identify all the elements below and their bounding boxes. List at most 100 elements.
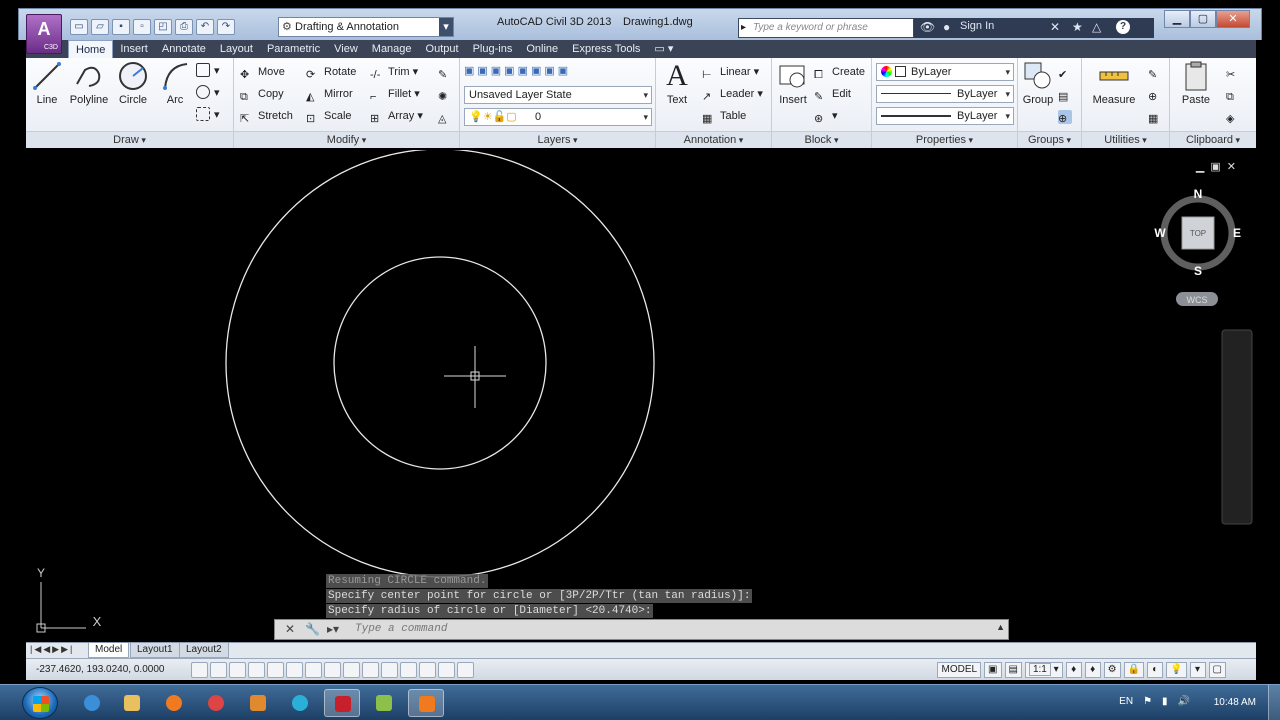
hatch-tool[interactable]: ▾ bbox=[196, 84, 220, 102]
quick-view-layouts-icon[interactable]: ▣ bbox=[984, 662, 1002, 678]
grid-display-icon[interactable] bbox=[229, 662, 246, 678]
auto-scale-icon[interactable]: ♦ bbox=[1084, 662, 1101, 678]
wrench-icon[interactable]: 🔧 bbox=[305, 622, 320, 636]
close-button[interactable]: ✕ bbox=[1216, 10, 1250, 28]
maximize-button[interactable]: ▢ bbox=[1190, 10, 1216, 28]
copy-clip-tool[interactable]: ⧉ bbox=[1226, 85, 1244, 103]
block-panel-title[interactable]: Block bbox=[772, 131, 871, 148]
tab-manage[interactable]: Manage bbox=[365, 40, 419, 58]
tab-annotate[interactable]: Annotate bbox=[155, 40, 213, 58]
leader-tool[interactable]: ↗ Leader ▾ bbox=[702, 85, 763, 103]
linear-dimension-tool[interactable]: ⊢ Linear ▾ bbox=[702, 63, 759, 81]
recent-commands-icon[interactable]: ▸▾ bbox=[327, 622, 339, 636]
annotation-scale-dropdown[interactable]: 1:1 ▾ bbox=[1024, 662, 1063, 678]
coordinate-readout[interactable]: -237.4620, 193.0240, 0.0000 bbox=[36, 664, 164, 675]
clock[interactable]: 10:48 AM bbox=[1214, 697, 1256, 708]
boundary-tool[interactable]: ▾ bbox=[196, 106, 220, 124]
quick-select-tool[interactable]: ✎ bbox=[1148, 63, 1166, 81]
new-icon[interactable]: ▭ bbox=[70, 19, 88, 35]
move-tool[interactable]: ✥ Move bbox=[240, 63, 285, 81]
taskbar-app-9[interactable] bbox=[408, 689, 444, 717]
cut-tool[interactable]: ✂ bbox=[1226, 63, 1244, 81]
quick-view-drawings-icon[interactable]: ▤ bbox=[1004, 662, 1022, 678]
inner-circle[interactable] bbox=[333, 256, 547, 470]
taskbar-app-8[interactable] bbox=[366, 689, 402, 717]
navigation-bar[interactable] bbox=[1221, 329, 1253, 525]
copy-tool[interactable]: ⧉ Copy bbox=[240, 85, 284, 103]
create-block-tool[interactable]: ⧠ Create bbox=[814, 63, 865, 81]
chevron-up-icon[interactable]: ▲ bbox=[996, 622, 1005, 632]
open-icon[interactable]: ▱ bbox=[91, 19, 109, 35]
rectangle-tool[interactable]: ▾ bbox=[196, 62, 220, 80]
fillet-tool[interactable]: ⌐ Fillet ▾ bbox=[370, 85, 420, 103]
polar-tracking-icon[interactable] bbox=[267, 662, 284, 678]
transparency-icon[interactable] bbox=[400, 662, 417, 678]
language-indicator[interactable]: EN bbox=[1119, 696, 1133, 707]
properties-panel-title[interactable]: Properties bbox=[872, 131, 1017, 148]
tab-home[interactable]: Home bbox=[68, 40, 114, 58]
minimize-button[interactable]: ▁ bbox=[1164, 10, 1190, 28]
layer-state-dropdown[interactable]: Unsaved Layer State bbox=[464, 86, 652, 104]
triangle-icon[interactable]: △ bbox=[1092, 20, 1101, 34]
table-tool[interactable]: ▦ Table bbox=[702, 107, 746, 125]
application-menu-button[interactable]: A C3D bbox=[26, 14, 62, 54]
calculator-tool[interactable]: ▦ bbox=[1148, 107, 1166, 125]
tab-online[interactable]: Online bbox=[519, 40, 565, 58]
offset-tool[interactable]: ◬ bbox=[438, 107, 456, 125]
tab-output[interactable]: Output bbox=[419, 40, 466, 58]
scale-tool[interactable]: ⊡ Scale bbox=[306, 107, 352, 125]
close-icon[interactable]: ✕ bbox=[285, 622, 295, 636]
taskbar-app-4[interactable] bbox=[198, 689, 234, 717]
dynamic-input-icon[interactable] bbox=[362, 662, 379, 678]
ortho-mode-icon[interactable] bbox=[248, 662, 265, 678]
network-icon[interactable]: ▮ bbox=[1162, 696, 1168, 707]
dynamic-ucs-icon[interactable] bbox=[343, 662, 360, 678]
status-menu-icon[interactable]: ▾ bbox=[1189, 662, 1206, 678]
annotation-monitor-icon[interactable] bbox=[457, 662, 474, 678]
lineweight-dropdown[interactable]: ByLayer bbox=[876, 107, 1014, 125]
compass-west[interactable]: W bbox=[1154, 226, 1166, 240]
insert-block-tool[interactable]: Insert bbox=[774, 60, 812, 106]
match-properties-tool[interactable]: ◈ bbox=[1226, 107, 1244, 125]
outer-circle[interactable] bbox=[225, 150, 655, 578]
3d-osnap-icon[interactable] bbox=[305, 662, 322, 678]
compass-south[interactable]: S bbox=[1194, 264, 1202, 278]
layer-dropdown[interactable]: 💡☀🔓▢ 0 bbox=[464, 108, 652, 126]
ribbon-minimize-icon[interactable]: ▭ ▾ bbox=[647, 40, 680, 58]
start-button[interactable] bbox=[22, 687, 58, 719]
hardware-acceleration-icon[interactable]: ◐ bbox=[1147, 662, 1164, 678]
flag-icon[interactable]: ⚑ bbox=[1143, 696, 1152, 707]
annotation-visibility-icon[interactable]: ♦ bbox=[1065, 662, 1082, 678]
tab-parametric[interactable]: Parametric bbox=[260, 40, 327, 58]
group-edit-tool[interactable]: ▤ bbox=[1058, 85, 1076, 103]
viewcube[interactable]: TOP N S E W WCS bbox=[1154, 187, 1241, 306]
volume-icon[interactable]: 🔊 bbox=[1178, 696, 1190, 707]
help-button[interactable]: ? bbox=[1116, 20, 1130, 34]
exchange-icon[interactable]: ✕ bbox=[1050, 20, 1060, 34]
layer-properties-icons[interactable]: ▣▣▣▣▣▣▣▣ bbox=[464, 62, 571, 80]
model-space-toggle[interactable]: MODEL bbox=[937, 662, 982, 678]
workspace-switching-icon[interactable]: ⚙ bbox=[1103, 662, 1121, 678]
object-snap-tracking-icon[interactable] bbox=[324, 662, 341, 678]
infer-constraints-icon[interactable] bbox=[191, 662, 208, 678]
object-snap-icon[interactable] bbox=[286, 662, 303, 678]
compass-north[interactable]: N bbox=[1194, 187, 1203, 201]
explode-tool[interactable]: ✺ bbox=[438, 85, 456, 103]
print-icon[interactable]: ⎙ bbox=[175, 19, 193, 35]
taskbar-app-6[interactable] bbox=[282, 689, 318, 717]
tab-insert[interactable]: Insert bbox=[113, 40, 155, 58]
layout-nav-arrows[interactable]: |◀◀▶▶| bbox=[30, 644, 74, 655]
taskbar-app-5[interactable] bbox=[240, 689, 276, 717]
lineweight-icon[interactable] bbox=[381, 662, 398, 678]
tab-layout1[interactable]: Layout1 bbox=[130, 643, 180, 658]
tab-express-tools[interactable]: Express Tools bbox=[565, 40, 647, 58]
layers-panel-title[interactable]: Layers bbox=[460, 131, 655, 148]
group-tool[interactable]: Group bbox=[1020, 60, 1056, 106]
quick-properties-icon[interactable] bbox=[419, 662, 436, 678]
groups-panel-title[interactable]: Groups bbox=[1018, 131, 1081, 148]
snap-mode-icon[interactable] bbox=[210, 662, 227, 678]
polyline-tool[interactable]: Polyline bbox=[66, 60, 112, 106]
draw-panel-title[interactable]: Draw bbox=[26, 131, 233, 148]
circle-tool[interactable]: Circle bbox=[112, 60, 154, 106]
edit-block-tool[interactable]: ✎ Edit bbox=[814, 85, 851, 103]
